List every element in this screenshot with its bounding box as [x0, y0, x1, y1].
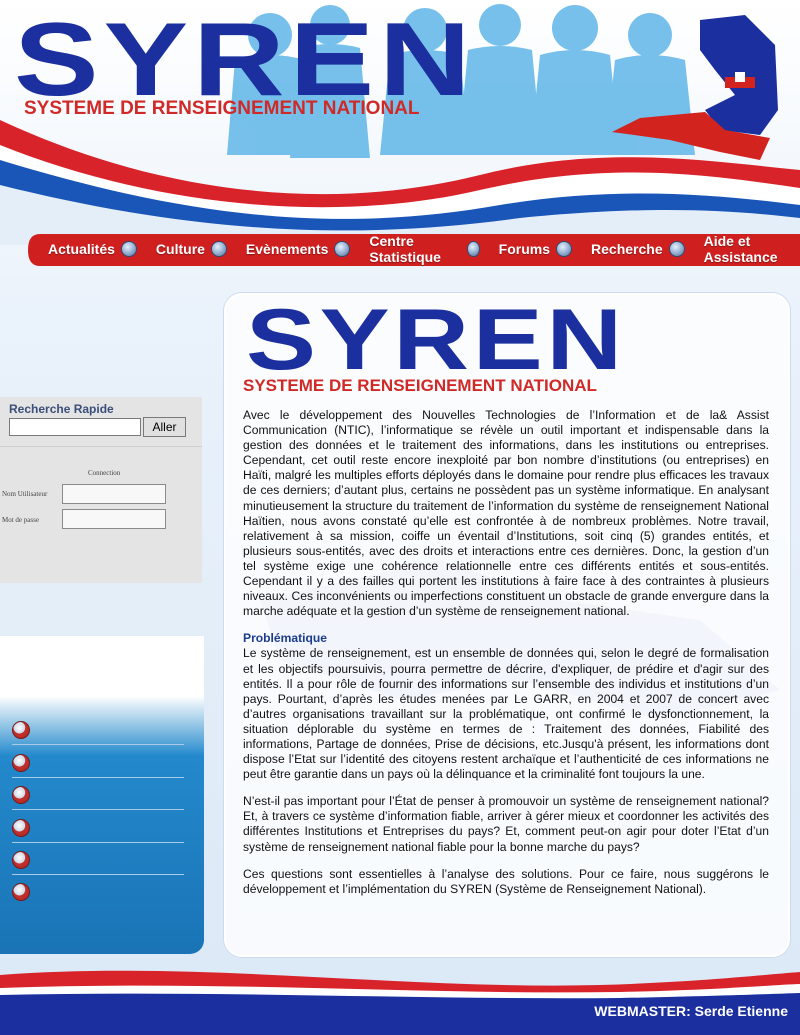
- nav-label: Culture: [155, 241, 205, 257]
- nav-label: Aide et Assistance: [703, 233, 778, 265]
- side-menu-item[interactable]: [12, 714, 184, 745]
- quick-search-panel: Recherche Rapide Aller Connection Nom Ut…: [0, 397, 202, 583]
- password-label: Mot de passe: [2, 516, 39, 524]
- content-logo: SYREN: [246, 292, 626, 388]
- quick-search-input[interactable]: [9, 418, 141, 436]
- nav-bullet-icon: [668, 241, 685, 257]
- bullet-icon[interactable]: [12, 819, 30, 837]
- login-form: Connection Nom Utilisateur Mot de passe: [0, 446, 202, 577]
- nav-label: Forums: [498, 241, 551, 257]
- side-menu-item[interactable]: [12, 747, 184, 778]
- nav-label: Centre Statistique: [369, 233, 441, 265]
- nav-label: Recherche: [591, 241, 663, 257]
- nav-bullet-icon: [556, 241, 573, 257]
- nav-bullet-icon: [334, 241, 351, 257]
- bullet-icon[interactable]: [12, 883, 30, 901]
- bullet-icon[interactable]: [12, 851, 30, 869]
- bullet-icon[interactable]: [12, 754, 30, 772]
- side-menu-item[interactable]: [12, 779, 184, 810]
- closing-paragraph: Ces questions sont essentielles à l’anal…: [243, 866, 769, 896]
- nav-label: Actualités: [48, 241, 115, 257]
- nav-label: Evènements: [245, 241, 329, 257]
- side-menu-item[interactable]: [12, 844, 184, 875]
- content-tagline: SYSTEME DE RENSEIGNEMENT NATIONAL: [243, 376, 597, 395]
- webmaster-credit: WEBMASTER: Serde Etienne: [594, 1003, 788, 1019]
- question-paragraph: N’est-il pas important pour l’État de pe…: [243, 794, 769, 854]
- quick-search-go-button[interactable]: Aller: [143, 417, 186, 437]
- article-body: Avec le développement des Nouvelles Tech…: [243, 408, 769, 897]
- section-heading: Problématique: [243, 631, 328, 646]
- site-tagline: SYSTEME DE RENSEIGNEMENT NATIONAL: [24, 98, 420, 119]
- nav-bullet-icon: [210, 241, 227, 257]
- password-field[interactable]: [62, 509, 166, 529]
- side-menu: [0, 636, 204, 954]
- bullet-icon[interactable]: [12, 721, 30, 739]
- username-label: Nom Utilisateur: [2, 490, 48, 498]
- side-menu-item[interactable]: [12, 876, 184, 906]
- nav-item-culture[interactable]: Culture: [156, 241, 227, 257]
- nav-item-evenements[interactable]: Evènements: [245, 241, 351, 257]
- intro-paragraph: Avec le développement des Nouvelles Tech…: [243, 408, 769, 619]
- nav-item-actualites[interactable]: Actualités: [48, 241, 137, 257]
- nav-bullet-icon: [120, 241, 137, 257]
- nav-item-forums[interactable]: Forums: [498, 241, 573, 257]
- nav-item-centre-statistique[interactable]: Centre Statistique: [369, 233, 480, 265]
- site-logo: SYREN: [14, 2, 476, 118]
- main-nav: Actualités Culture Evènements Centre Sta…: [28, 232, 800, 266]
- username-field[interactable]: [62, 484, 166, 504]
- login-title: Connection: [88, 469, 121, 477]
- section-paragraph: Le système de renseignement, est un ense…: [243, 646, 769, 782]
- side-menu-item[interactable]: [12, 812, 184, 843]
- bullet-icon[interactable]: [12, 786, 30, 804]
- quick-search-title: Recherche Rapide: [9, 402, 114, 416]
- nav-bullet-icon: [466, 241, 480, 257]
- nav-item-recherche[interactable]: Recherche: [591, 241, 685, 257]
- nav-item-aide-assistance[interactable]: Aide et Assistance: [704, 233, 800, 265]
